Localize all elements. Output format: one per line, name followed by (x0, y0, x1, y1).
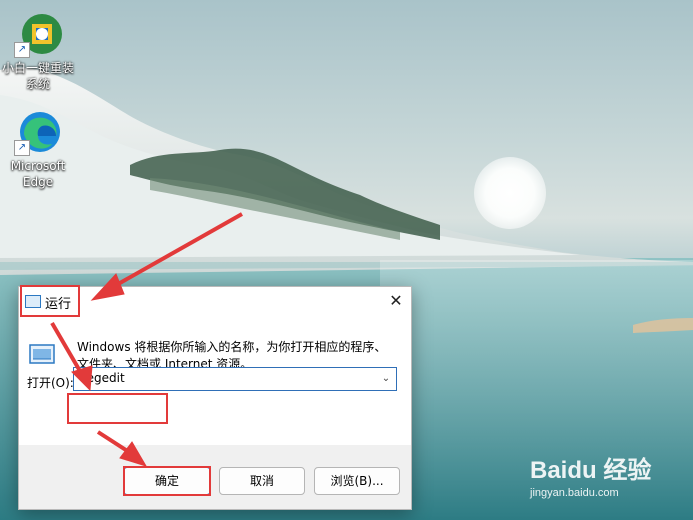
sun (474, 157, 546, 229)
desktop-icon-xiaobai[interactable]: ↗ 小白一键重装系统 (0, 10, 76, 92)
desktop-icon-label: 小白一键重装系统 (1, 61, 74, 91)
highlight-ok-box (123, 466, 211, 496)
cancel-button[interactable]: 取消 (219, 467, 305, 495)
desktop-icon-edge[interactable]: ↗ Microsoft Edge (0, 108, 76, 190)
watermark-url: jingyan.baidu.com (530, 487, 619, 499)
run-program-icon (29, 344, 55, 364)
close-button[interactable]: ✕ (385, 290, 407, 312)
shortcut-arrow-icon: ↗ (14, 140, 30, 156)
highlight-input-box (67, 393, 168, 424)
open-label: 打开(O): (27, 376, 74, 390)
desktop-icon-label: Microsoft Edge (10, 159, 66, 189)
highlight-title-box (20, 285, 80, 317)
chevron-down-icon[interactable]: ⌄ (378, 370, 394, 388)
baidu-watermark: Baidu 经验 jingyan.baidu.com (530, 450, 690, 499)
edge-icon: ↗ (14, 108, 62, 156)
open-combobox[interactable]: regedit ⌄ (73, 367, 397, 391)
browse-button[interactable]: 浏览(B)... (314, 467, 400, 495)
xiaobai-reinstall-icon: ↗ (14, 10, 62, 58)
shortcut-arrow-icon: ↗ (14, 42, 30, 58)
watermark-logo: Baidu 经验 (530, 457, 652, 484)
open-input-value[interactable]: regedit (82, 371, 125, 385)
